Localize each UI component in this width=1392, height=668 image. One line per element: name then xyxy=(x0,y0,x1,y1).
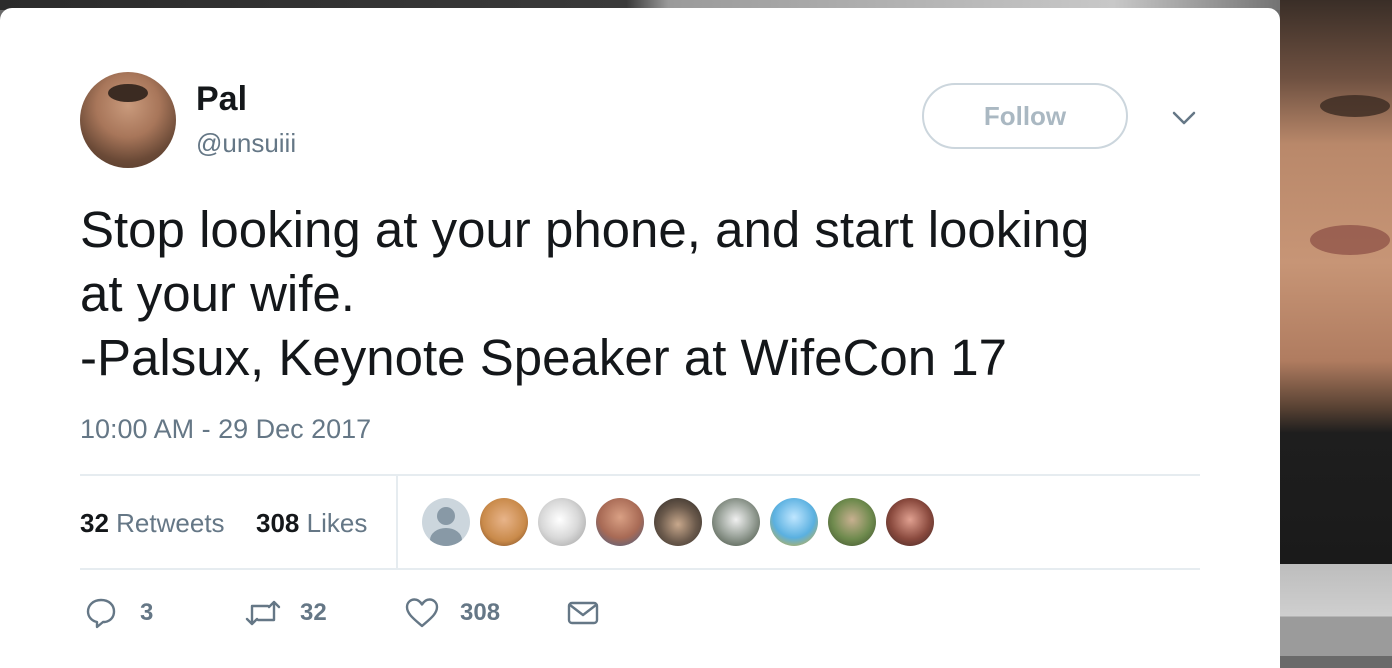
liker-avatar[interactable] xyxy=(828,498,876,546)
liker-avatar[interactable] xyxy=(480,498,528,546)
divider-bottom xyxy=(80,568,1200,570)
liker-avatar[interactable] xyxy=(654,498,702,546)
stats-divider xyxy=(396,476,398,569)
chevron-down-icon[interactable] xyxy=(1170,108,1198,128)
background-eye xyxy=(1320,95,1390,117)
likes-count: 308 xyxy=(256,508,300,538)
retweet-icon[interactable] xyxy=(244,596,282,630)
retweet-count: 32 xyxy=(300,599,327,626)
divider-top xyxy=(80,474,1200,476)
reply-icon[interactable] xyxy=(84,596,118,630)
background-photo-right xyxy=(1280,0,1392,656)
avatar[interactable] xyxy=(80,72,176,168)
message-action[interactable] xyxy=(566,596,600,630)
tweet-timestamp[interactable]: 10:00 AM - 29 Dec 2017 xyxy=(80,414,371,445)
reply-action[interactable]: 3 xyxy=(84,596,153,630)
follow-button[interactable]: Follow xyxy=(922,83,1128,149)
liker-avatar[interactable] xyxy=(712,498,760,546)
retweets-count: 32 xyxy=(80,508,109,538)
liker-avatar[interactable] xyxy=(538,498,586,546)
tweet-text: Stop looking at your phone, and start lo… xyxy=(80,201,1090,386)
display-name[interactable]: Pal xyxy=(196,80,247,119)
retweets-label: Retweets xyxy=(116,508,225,538)
liker-avatar[interactable] xyxy=(596,498,644,546)
liker-avatar[interactable] xyxy=(422,498,470,546)
like-count: 308 xyxy=(460,599,501,626)
like-action[interactable]: 308 xyxy=(404,596,500,630)
likes-stat[interactable]: 308 Likes xyxy=(256,508,367,539)
background-mouth xyxy=(1310,225,1390,255)
reply-count: 3 xyxy=(140,599,154,626)
tweet-card: Pal @unsuiii Follow Stop looking at your… xyxy=(0,8,1280,668)
envelope-icon[interactable] xyxy=(566,596,600,630)
likers-avatars xyxy=(422,498,944,546)
retweet-action[interactable]: 32 xyxy=(244,596,327,630)
likes-label: Likes xyxy=(306,508,368,538)
retweets-stat[interactable]: 32 Retweets xyxy=(80,508,225,539)
liker-avatar[interactable] xyxy=(886,498,934,546)
liker-avatar[interactable] xyxy=(770,498,818,546)
heart-icon[interactable] xyxy=(404,596,440,630)
user-handle[interactable]: @unsuiii xyxy=(196,128,296,159)
